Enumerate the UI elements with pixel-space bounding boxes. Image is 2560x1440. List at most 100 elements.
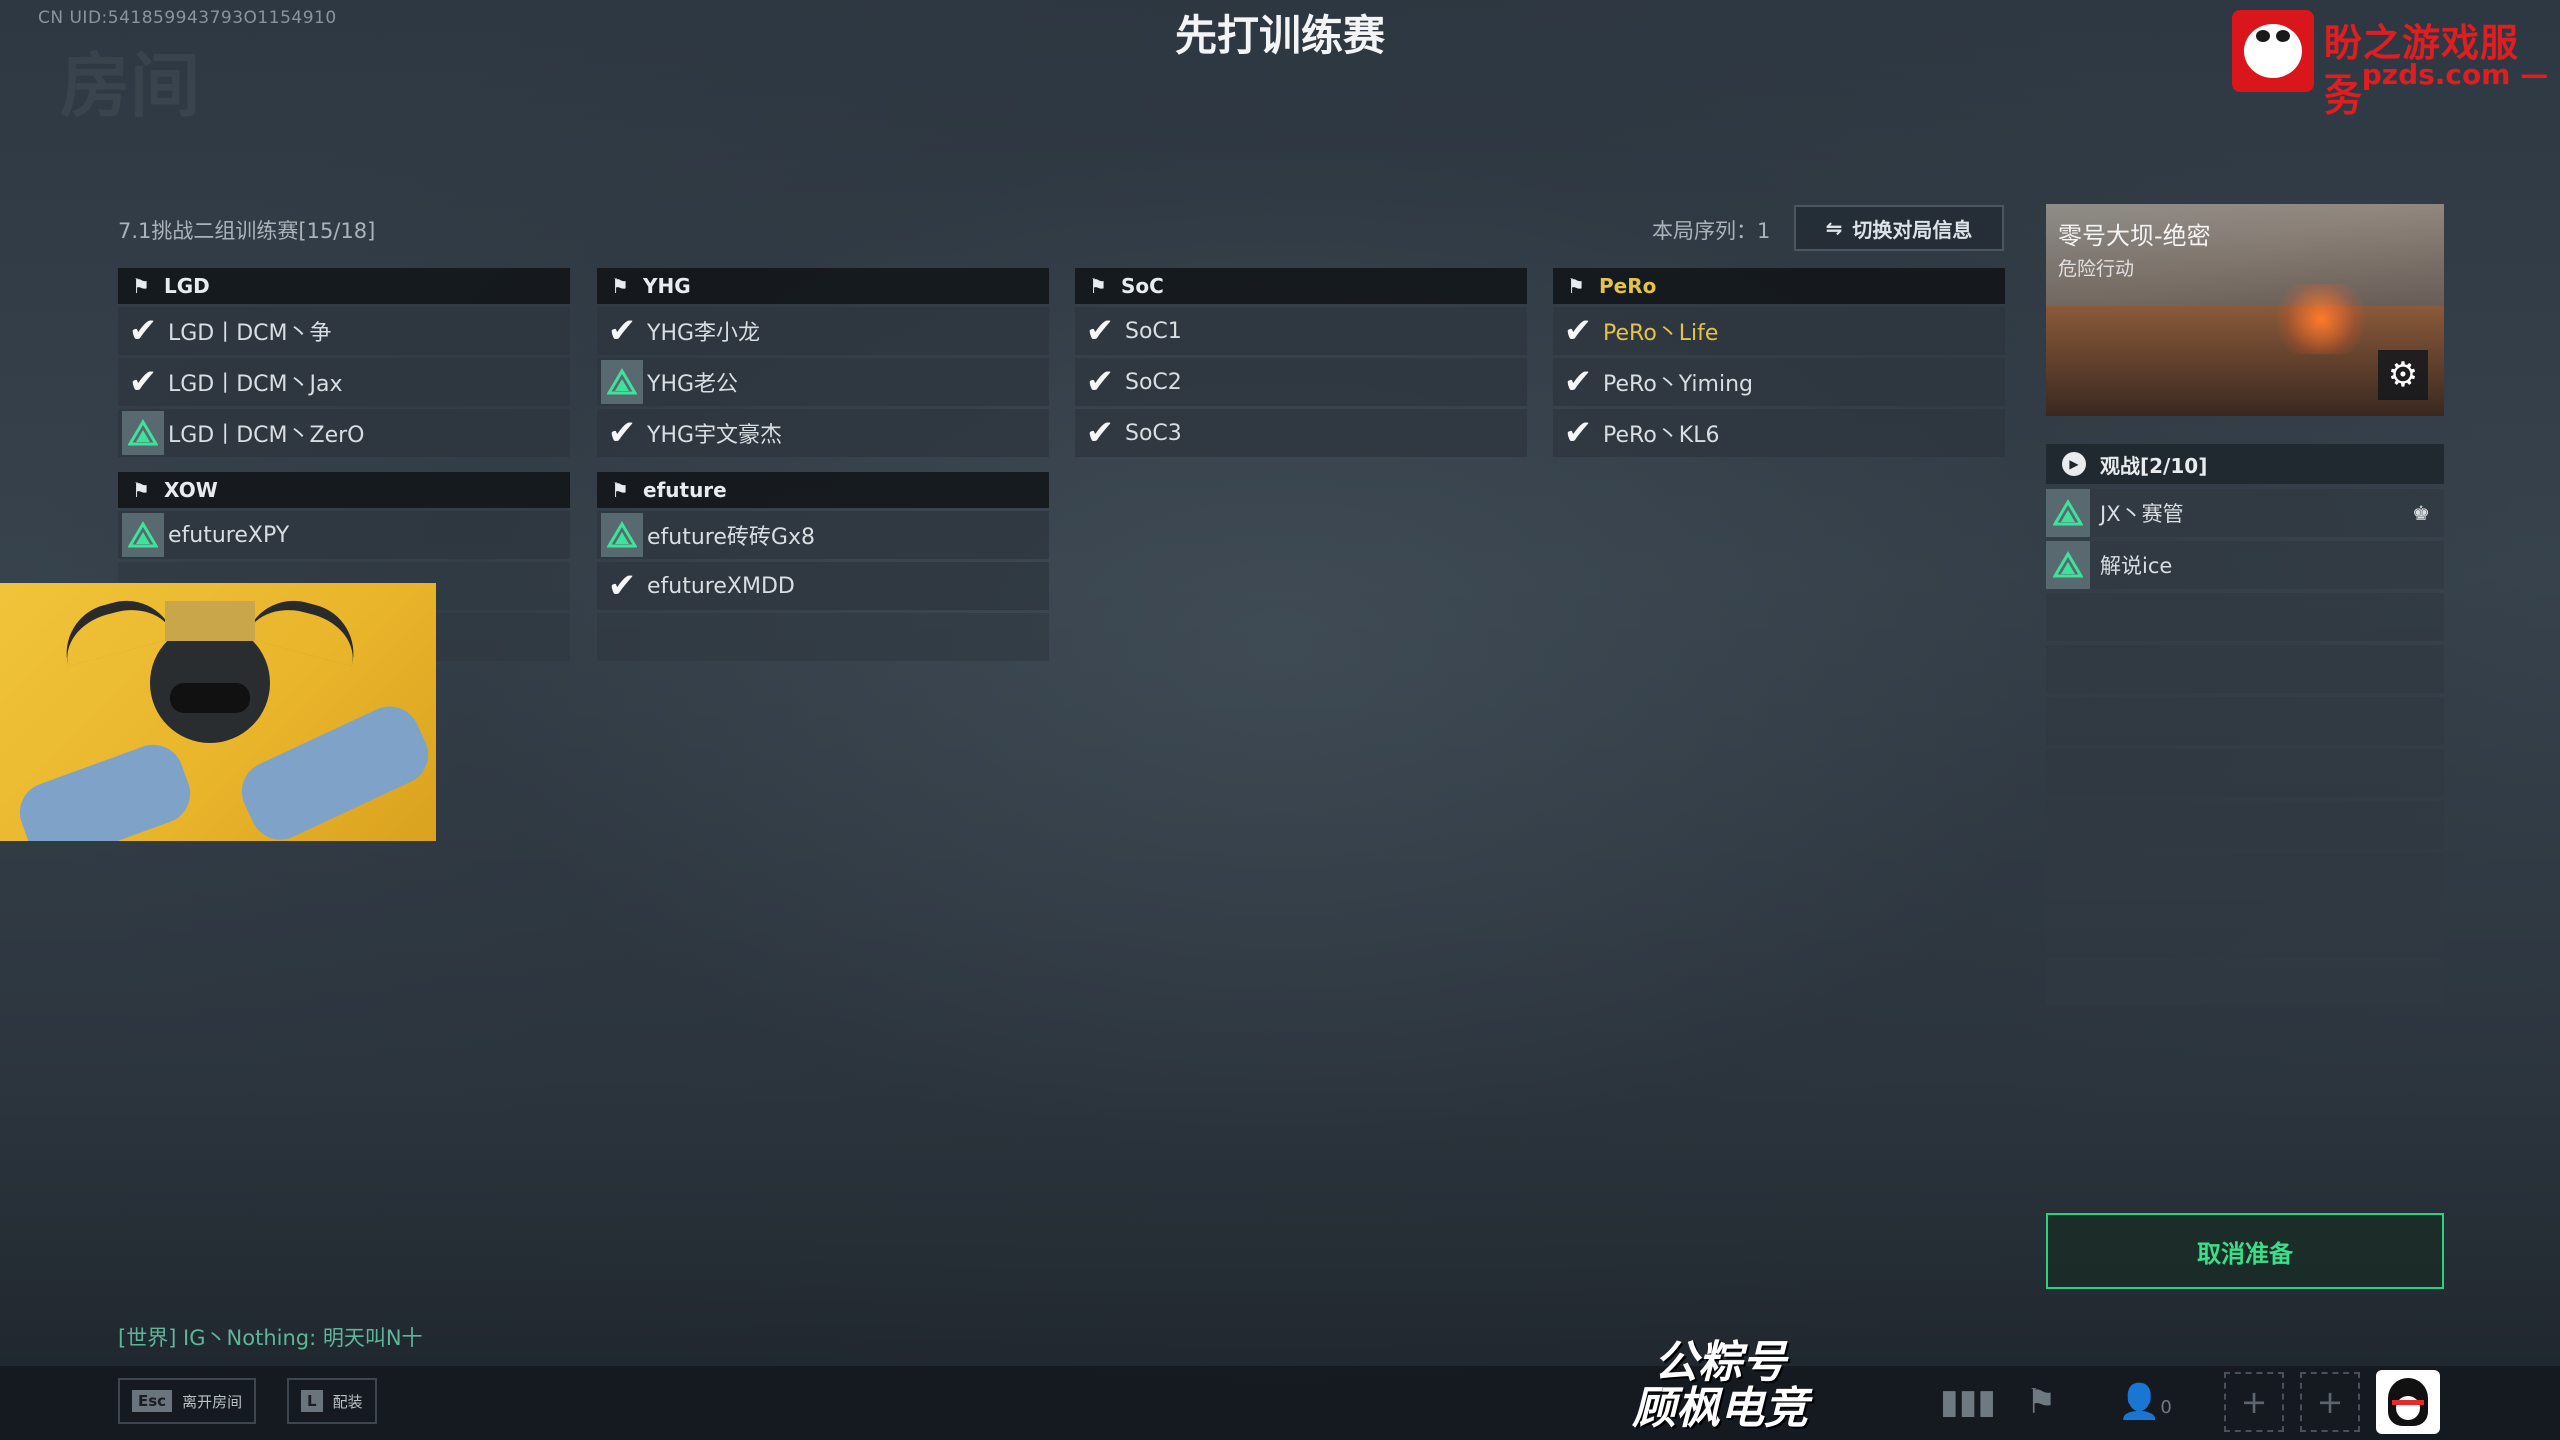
triangle-icon xyxy=(2046,541,2090,589)
switch-match-info-button[interactable]: ⇋ 切换对局信息 xyxy=(1794,205,2004,251)
spectator-row[interactable]: 解说ice xyxy=(2046,541,2444,589)
team-header: ⚑ PeRo xyxy=(1553,268,2005,304)
player-row[interactable]: ✔ LGD丨DCM丶争 xyxy=(118,307,570,355)
friends-icon[interactable]: 👤0 xyxy=(2118,1382,2172,1422)
spectate-list: JX丶赛管 ♚ 解说ice xyxy=(2046,489,2444,1009)
add-slot-button[interactable]: + xyxy=(2224,1372,2284,1432)
team-header: ⚑ efuture xyxy=(597,472,1049,508)
empty-slot[interactable] xyxy=(2046,905,2444,953)
check-icon: ✔ xyxy=(607,311,637,351)
team-header: ⚑ SoC xyxy=(1075,268,1527,304)
team-header: ⚑ YHG xyxy=(597,268,1049,304)
webcam-overlay xyxy=(0,583,436,841)
player-row[interactable]: ✔ SoC3 xyxy=(1075,409,1527,457)
empty-slot[interactable] xyxy=(2046,593,2444,641)
player-name: SoC1 xyxy=(1125,318,1182,344)
player-row[interactable]: ✔ LGD丨DCM丶Jax xyxy=(118,358,570,406)
player-name: YHG李小龙 xyxy=(647,321,761,346)
team-header: ⚑ XOW xyxy=(118,472,570,508)
loadout-button[interactable]: L 配装 xyxy=(287,1378,377,1424)
spectator-row[interactable]: JX丶赛管 ♚ xyxy=(2046,489,2444,537)
player-row[interactable]: ✔ PeRo丶KL6 xyxy=(1553,409,2005,457)
flag-icon: ⚑ xyxy=(132,274,150,298)
player-row[interactable]: ✔ YHG李小龙 xyxy=(597,307,1049,355)
team-name: XOW xyxy=(164,478,218,502)
player-row[interactable]: efuture砖砖Gx8 xyxy=(597,511,1049,559)
player-row[interactable]: efutureXPY xyxy=(118,511,570,559)
player-name: SoC2 xyxy=(1125,369,1182,395)
empty-slot[interactable] xyxy=(2046,957,2444,1005)
triangle-icon xyxy=(122,411,164,455)
team-card-efuture: ⚑ efuture efuture砖砖Gx8 ✔ efutureXMDD xyxy=(597,472,1049,661)
stats-icon[interactable]: ▮▮▮ xyxy=(1940,1382,1996,1422)
player-row[interactable]: ✔ YHG宇文豪杰 xyxy=(597,409,1049,457)
empty-slot[interactable] xyxy=(2046,645,2444,693)
room-name: 7.1挑战二组训练赛[15/18] xyxy=(118,219,376,243)
loadout-label: 配装 xyxy=(332,1392,363,1411)
check-icon: ✔ xyxy=(128,362,158,402)
flag-icon: ⚑ xyxy=(132,478,150,502)
empty-slot[interactable] xyxy=(2046,749,2444,797)
empty-slot[interactable] xyxy=(597,613,1049,661)
spectate-title: 观战[2/10] xyxy=(2100,453,2208,478)
switch-match-info-label: 切换对局信息 xyxy=(1852,217,1973,242)
triangle-icon xyxy=(2046,489,2090,537)
empty-slot[interactable] xyxy=(2046,697,2444,745)
player-name: YHG宇文豪杰 xyxy=(647,423,783,448)
leave-room-button[interactable]: Esc 离开房间 xyxy=(118,1378,257,1424)
flag-icon: ⚑ xyxy=(1089,274,1107,298)
check-icon: ✔ xyxy=(607,566,637,606)
player-row[interactable]: ✔ SoC1 xyxy=(1075,307,1527,355)
brand-logo: 盼之游戏服务 — pzds.com — xyxy=(2232,10,2552,120)
map-name: 零号大坝-绝密 xyxy=(2058,222,2211,250)
player-row[interactable]: YHG老公 xyxy=(597,358,1049,406)
room-owner-icon: ♚ xyxy=(2412,501,2430,525)
player-name: SoC3 xyxy=(1125,420,1182,446)
qq-avatar[interactable] xyxy=(2376,1370,2440,1434)
check-icon: ✔ xyxy=(1563,413,1593,453)
watermark-line2: 顾枫电竞 xyxy=(1632,1383,1808,1434)
team-name: LGD xyxy=(164,274,210,298)
team-name: PeRo xyxy=(1599,274,1657,298)
watermark: 公粽号 顾枫电竞 xyxy=(1605,1340,1835,1432)
check-icon: ✔ xyxy=(1085,413,1115,453)
sequence-label: 本局序列：1 xyxy=(1652,219,1771,243)
flag-icon: ⚑ xyxy=(611,478,629,502)
add-slot-button[interactable]: + xyxy=(2300,1372,2360,1432)
player-name: PeRo丶KL6 xyxy=(1603,423,1720,448)
team-card-soc: ⚑ SoC ✔ SoC1 ✔ SoC2 ✔ SoC3 xyxy=(1075,268,1527,457)
team-card-pero: ⚑ PeRo ✔ PeRo丶Life ✔ PeRo丶Yiming ✔ PeRo丶KL6 xyxy=(1553,268,2005,457)
map-card[interactable]: 零号大坝-绝密 危险行动 ⚙ xyxy=(2046,204,2444,416)
flag-icon: ⚑ xyxy=(611,274,629,298)
player-row[interactable]: ✔ PeRo丶Life xyxy=(1553,307,2005,355)
flag-icon[interactable]: ⚑ xyxy=(2026,1382,2056,1422)
spectate-header: ▶ 观战[2/10] xyxy=(2046,444,2444,484)
bottom-bar xyxy=(0,1366,2560,1440)
empty-slot[interactable] xyxy=(2046,853,2444,901)
player-name: LGD丨DCM丶ZerO xyxy=(168,423,365,448)
player-name: efuture砖砖Gx8 xyxy=(647,525,815,550)
page-title: 先打训练赛 xyxy=(1174,11,1385,60)
flag-icon: ⚑ xyxy=(1567,274,1585,298)
check-icon: ✔ xyxy=(1085,311,1115,351)
gear-icon[interactable]: ⚙ xyxy=(2378,350,2428,400)
triangle-icon xyxy=(122,513,164,557)
player-row[interactable]: ✔ SoC2 xyxy=(1075,358,1527,406)
check-icon: ✔ xyxy=(607,413,637,453)
player-name: efutureXMDD xyxy=(647,573,795,599)
empty-slot[interactable] xyxy=(2046,801,2444,849)
friends-count: 0 xyxy=(2160,1397,2172,1418)
player-row[interactable]: ✔ PeRo丶Yiming xyxy=(1553,358,2005,406)
player-row[interactable]: ✔ efutureXMDD xyxy=(597,562,1049,610)
team-name: SoC xyxy=(1121,274,1164,298)
triangle-icon xyxy=(601,513,643,557)
team-card-yhg: ⚑ YHG ✔ YHG李小龙 YHG老公 ✔ YHG宇文豪杰 xyxy=(597,268,1049,457)
panda-logo-icon xyxy=(2232,10,2314,92)
player-name: YHG老公 xyxy=(647,372,739,397)
world-chat-message: [世界] IG丶Nothing: 明天叫N十 xyxy=(118,1326,423,1350)
player-row[interactable]: LGD丨DCM丶ZerO xyxy=(118,409,570,457)
l-key: L xyxy=(301,1390,323,1412)
leave-room-label: 离开房间 xyxy=(182,1392,243,1411)
cancel-ready-button[interactable]: 取消准备 xyxy=(2046,1213,2444,1289)
play-icon: ▶ xyxy=(2062,452,2086,476)
